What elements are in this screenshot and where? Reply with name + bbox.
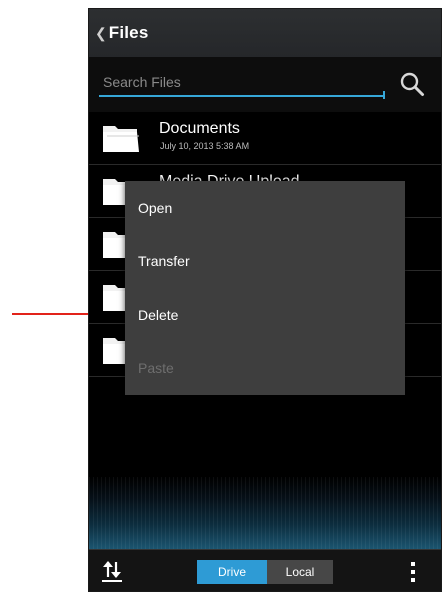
search-icon[interactable] <box>399 71 425 97</box>
screenshot-canvas: ❮ Files Documents July 10, 2013 5:38 AM <box>0 0 442 596</box>
file-name: Documents <box>159 120 240 137</box>
sort-arrows-icon[interactable] <box>101 560 123 582</box>
context-menu: Open Transfer Delete Paste <box>125 181 405 395</box>
page-title[interactable]: Files <box>109 23 149 43</box>
folder-icon <box>103 126 139 152</box>
tab-drive[interactable]: Drive <box>197 560 267 584</box>
search-underline-tick <box>383 91 385 99</box>
bottom-action-bar: Drive Local <box>89 549 441 591</box>
menu-item-transfer[interactable]: Transfer <box>125 235 405 289</box>
menu-item-paste: Paste <box>138 360 174 377</box>
menu-item-open[interactable]: Open <box>125 181 405 235</box>
action-bar: ❮ Files <box>89 9 441 57</box>
phone-screen: ❮ Files Documents July 10, 2013 5:38 AM <box>88 8 442 592</box>
tab-local[interactable]: Local <box>267 560 333 584</box>
list-item[interactable]: Documents July 10, 2013 5:38 AM <box>89 112 441 165</box>
chevron-left-icon[interactable]: ❮ <box>95 26 107 40</box>
search-bar <box>89 57 441 112</box>
background-glow <box>89 477 441 549</box>
search-input[interactable] <box>99 69 385 97</box>
menu-item-delete[interactable]: Delete <box>125 288 405 342</box>
file-date: July 10, 2013 5:38 AM <box>160 141 250 151</box>
overflow-menu-icon[interactable] <box>409 560 417 584</box>
